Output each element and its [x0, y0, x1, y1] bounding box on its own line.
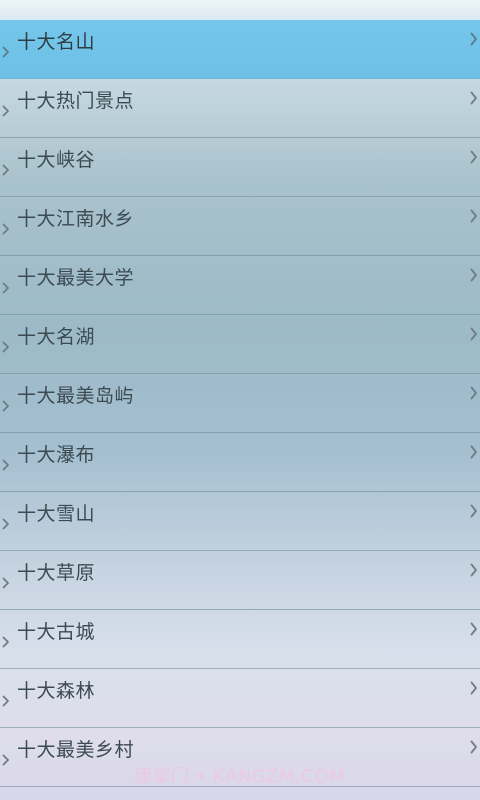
chevron-right-icon: [2, 282, 9, 294]
chevron-right-icon: [470, 327, 477, 341]
chevron-right-icon: [2, 518, 9, 530]
list-item-label: 十大峡谷: [17, 149, 96, 171]
chevron-right-icon: [470, 209, 477, 223]
list-item-label: 十大森林: [17, 680, 96, 702]
list-item-forests[interactable]: 十大森林: [0, 669, 480, 728]
chevron-right-icon: [470, 740, 477, 754]
chevron-right-icon: [470, 150, 477, 164]
category-list: 十大名山 十大热门景点 十大峡谷 十大江南水乡 十大最美大学 十大名湖 十大最美…: [0, 20, 480, 787]
watermark: 康掌门 • KANGZM.COM: [134, 766, 346, 787]
list-item-snow-mountains[interactable]: 十大雪山: [0, 492, 480, 551]
chevron-right-icon: [470, 681, 477, 695]
list-item-canyons[interactable]: 十大峡谷: [0, 138, 480, 197]
list-item-label: 十大最美大学: [17, 267, 135, 289]
list-item-label: 十大雪山: [17, 503, 96, 525]
list-item-label: 十大热门景点: [17, 90, 135, 112]
chevron-right-icon: [470, 622, 477, 636]
chevron-right-icon: [2, 636, 9, 648]
list-item-waterfalls[interactable]: 十大瀑布: [0, 433, 480, 492]
chevron-right-icon: [2, 105, 9, 117]
list-item-label: 十大草原: [17, 562, 96, 584]
chevron-right-icon: [2, 400, 9, 412]
list-item-popular-attractions[interactable]: 十大热门景点: [0, 79, 480, 138]
list-item-label: 十大瀑布: [17, 444, 96, 466]
list-item-label: 十大古城: [17, 621, 96, 643]
chevron-right-icon: [2, 341, 9, 353]
chevron-right-icon: [470, 563, 477, 577]
list-item-famous-mountains[interactable]: 十大名山: [0, 20, 480, 79]
list-item-islands[interactable]: 十大最美岛屿: [0, 374, 480, 433]
list-item-label: 十大名湖: [17, 326, 96, 348]
chevron-right-icon: [2, 695, 9, 707]
list-item-water-towns[interactable]: 十大江南水乡: [0, 197, 480, 256]
list-item-universities[interactable]: 十大最美大学: [0, 256, 480, 315]
chevron-right-icon: [470, 91, 477, 105]
list-item-grasslands[interactable]: 十大草原: [0, 551, 480, 610]
chevron-right-icon: [470, 268, 477, 282]
chevron-right-icon: [470, 504, 477, 518]
list-item-label: 十大最美岛屿: [17, 385, 135, 407]
chevron-right-icon: [470, 32, 477, 46]
list-item-label: 十大江南水乡: [17, 208, 135, 230]
chevron-right-icon: [2, 754, 9, 766]
list-item-ancient-cities[interactable]: 十大古城: [0, 610, 480, 669]
chevron-right-icon: [2, 46, 9, 58]
chevron-right-icon: [470, 445, 477, 459]
chevron-right-icon: [470, 386, 477, 400]
status-bar-strip: [0, 0, 480, 20]
list-item-lakes[interactable]: 十大名湖: [0, 315, 480, 374]
list-item-label: 十大名山: [17, 31, 96, 53]
chevron-right-icon: [2, 223, 9, 235]
list-item-label: 十大最美乡村: [17, 739, 135, 761]
chevron-right-icon: [2, 459, 9, 471]
chevron-right-icon: [2, 577, 9, 589]
chevron-right-icon: [2, 164, 9, 176]
